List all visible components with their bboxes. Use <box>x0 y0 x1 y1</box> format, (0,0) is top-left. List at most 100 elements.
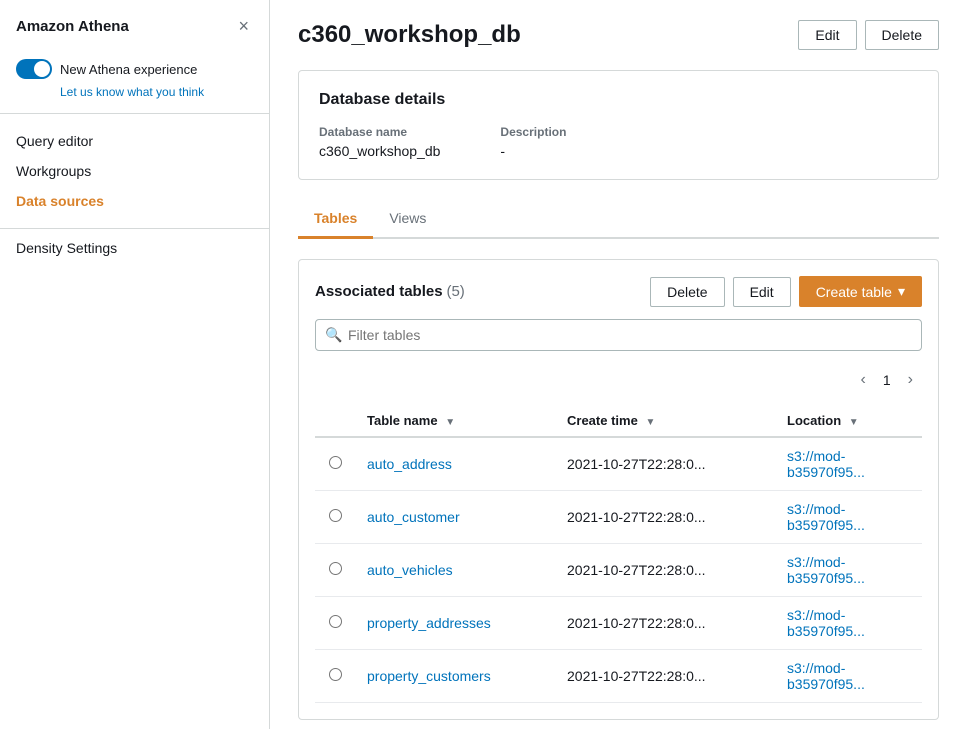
prev-page-button[interactable]: ‹ <box>852 367 875 393</box>
row-create-time: 2021-10-27T22:28:0... <box>555 437 775 491</box>
close-button[interactable]: × <box>234 16 253 37</box>
sort-create-time-icon: ▼ <box>645 417 655 428</box>
db-description-field: Description - <box>500 125 566 159</box>
tables-title-area: Associated tables (5) <box>315 283 465 300</box>
sidebar-item-density[interactable]: Density Settings <box>0 233 269 263</box>
row-create-time: 2021-10-27T22:28:0... <box>555 544 775 597</box>
table-name-link-property_customers[interactable]: property_customers <box>367 668 491 684</box>
tables-title: Associated tables <box>315 283 443 300</box>
content-tabs: Tables Views <box>298 200 939 239</box>
new-experience-toggle[interactable] <box>16 59 52 79</box>
next-page-button[interactable]: › <box>899 367 922 393</box>
db-details-title: Database details <box>319 91 918 109</box>
sidebar-nav: Query editor Workgroups Data sources <box>0 118 269 224</box>
tables-section: Associated tables (5) Delete Edit Create… <box>298 259 939 720</box>
row-create-time: 2021-10-27T22:28:0... <box>555 491 775 544</box>
db-name-label: Database name <box>319 125 440 139</box>
row-location: s3://mod-b35970f95... <box>775 650 922 703</box>
sidebar-item-data-sources[interactable]: Data sources <box>0 186 269 216</box>
db-fields: Database name c360_workshop_db Descripti… <box>319 125 918 159</box>
tab-views[interactable]: Views <box>373 200 442 239</box>
tables-count: (5) <box>446 283 464 300</box>
row-location: s3://mod-b35970f95... <box>775 544 922 597</box>
row-radio-cell <box>315 437 355 491</box>
col-header-location[interactable]: Location ▼ <box>775 405 922 437</box>
db-description-value: - <box>500 143 566 159</box>
row-table-name: auto_customer <box>355 491 555 544</box>
row-radio-cell <box>315 597 355 650</box>
table-header-row: Table name ▼ Create time ▼ Location ▼ <box>315 405 922 437</box>
main-content: c360_workshop_db Edit Delete Database de… <box>270 0 967 729</box>
table-row: auto_vehicles 2021-10-27T22:28:0... s3:/… <box>315 544 922 597</box>
location-link-auto_customer[interactable]: s3://mod-b35970f95... <box>787 501 865 533</box>
sort-location-icon: ▼ <box>849 417 859 428</box>
location-link-property_addresses[interactable]: s3://mod-b35970f95... <box>787 607 865 639</box>
row-location: s3://mod-b35970f95... <box>775 437 922 491</box>
pagination-row: ‹ 1 › <box>315 363 922 397</box>
sidebar-divider <box>0 113 269 114</box>
table-name-link-auto_address[interactable]: auto_address <box>367 456 452 472</box>
create-table-button[interactable]: Create table ▾ <box>799 276 922 307</box>
sidebar-header: Amazon Athena × <box>0 0 269 49</box>
sidebar-item-query-editor[interactable]: Query editor <box>0 126 269 156</box>
row-create-time: 2021-10-27T22:28:0... <box>555 650 775 703</box>
table-row: auto_customer 2021-10-27T22:28:0... s3:/… <box>315 491 922 544</box>
col-header-create-time[interactable]: Create time ▼ <box>555 405 775 437</box>
row-radio-cell <box>315 491 355 544</box>
row-radio-cell <box>315 544 355 597</box>
col-header-table-name[interactable]: Table name ▼ <box>355 405 555 437</box>
table-name-link-property_addresses[interactable]: property_addresses <box>367 615 491 631</box>
table-row: auto_address 2021-10-27T22:28:0... s3://… <box>315 437 922 491</box>
row-radio-property_addresses[interactable] <box>329 615 342 628</box>
row-radio-property_customers[interactable] <box>329 668 342 681</box>
sidebar-divider-bottom <box>0 228 269 229</box>
location-link-auto_vehicles[interactable]: s3://mod-b35970f95... <box>787 554 865 586</box>
db-name-value: c360_workshop_db <box>319 143 440 159</box>
edit-db-button[interactable]: Edit <box>798 20 856 50</box>
db-name-field: Database name c360_workshop_db <box>319 125 440 159</box>
row-location: s3://mod-b35970f95... <box>775 597 922 650</box>
sidebar-item-workgroups[interactable]: Workgroups <box>0 156 269 186</box>
search-icon: 🔍 <box>325 327 342 344</box>
edit-table-button[interactable]: Edit <box>733 277 791 307</box>
table-row: property_addresses 2021-10-27T22:28:0...… <box>315 597 922 650</box>
dropdown-arrow-icon: ▾ <box>898 283 905 300</box>
location-link-auto_address[interactable]: s3://mod-b35970f95... <box>787 448 865 480</box>
row-radio-auto_customer[interactable] <box>329 509 342 522</box>
table-name-link-auto_vehicles[interactable]: auto_vehicles <box>367 562 453 578</box>
page-title: c360_workshop_db <box>298 21 521 49</box>
location-link-property_customers[interactable]: s3://mod-b35970f95... <box>787 660 865 692</box>
toggle-subtext[interactable]: Let us know what you think <box>0 85 269 109</box>
tables-header: Associated tables (5) Delete Edit Create… <box>315 276 922 307</box>
col-header-radio <box>315 405 355 437</box>
search-input[interactable] <box>315 319 922 351</box>
table-name-link-auto_customer[interactable]: auto_customer <box>367 509 460 525</box>
sidebar: Amazon Athena × New Athena experience Le… <box>0 0 270 729</box>
database-details-card: Database details Database name c360_work… <box>298 70 939 180</box>
row-location: s3://mod-b35970f95... <box>775 491 922 544</box>
page-header: c360_workshop_db Edit Delete <box>298 20 939 50</box>
db-description-label: Description <box>500 125 566 139</box>
table-row: property_customers 2021-10-27T22:28:0...… <box>315 650 922 703</box>
row-radio-auto_vehicles[interactable] <box>329 562 342 575</box>
tables-actions: Delete Edit Create table ▾ <box>650 276 922 307</box>
header-buttons: Edit Delete <box>798 20 939 50</box>
tables-data-table: Table name ▼ Create time ▼ Location ▼ <box>315 405 922 703</box>
delete-table-button[interactable]: Delete <box>650 277 724 307</box>
delete-db-button[interactable]: Delete <box>865 20 939 50</box>
current-page: 1 <box>883 372 891 388</box>
row-table-name: auto_vehicles <box>355 544 555 597</box>
row-table-name: auto_address <box>355 437 555 491</box>
search-row: 🔍 <box>315 319 922 351</box>
toggle-row: New Athena experience <box>0 49 269 85</box>
search-box: 🔍 <box>315 319 922 351</box>
toggle-label: New Athena experience <box>60 62 197 77</box>
row-table-name: property_addresses <box>355 597 555 650</box>
sidebar-title: Amazon Athena <box>16 18 129 35</box>
row-radio-auto_address[interactable] <box>329 456 342 469</box>
row-radio-cell <box>315 650 355 703</box>
row-create-time: 2021-10-27T22:28:0... <box>555 597 775 650</box>
sort-table-name-icon: ▼ <box>445 417 455 428</box>
row-table-name: property_customers <box>355 650 555 703</box>
tab-tables[interactable]: Tables <box>298 200 373 239</box>
